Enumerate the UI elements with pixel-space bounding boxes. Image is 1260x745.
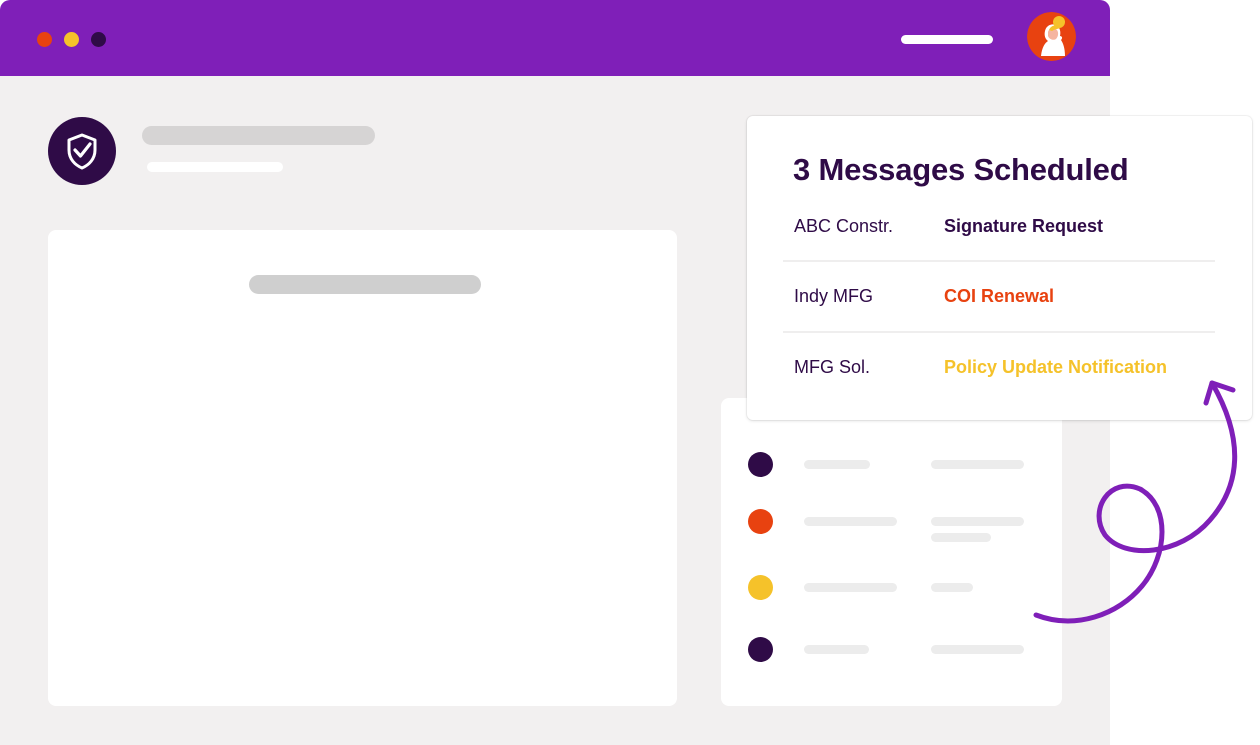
curved-arrow-icon <box>1033 380 1238 624</box>
